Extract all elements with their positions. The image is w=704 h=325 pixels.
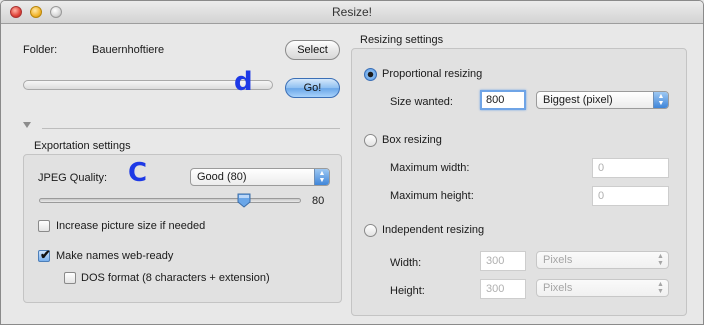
height-unit-popup[interactable]: Pixels ▲ ▼ <box>536 279 669 297</box>
separator <box>42 128 340 129</box>
annotation-d: d <box>234 67 253 97</box>
quality-slider-track[interactable] <box>39 198 301 203</box>
resizing-settings-group <box>351 48 687 316</box>
size-wanted-label: Size wanted: <box>390 96 453 108</box>
width-label: Width: <box>390 257 422 269</box>
jpeg-quality-popup[interactable]: Good (80) ▲ ▼ <box>190 168 330 186</box>
folder-value: Bauernhoftiere <box>92 44 165 56</box>
folder-label: Folder: <box>23 44 58 56</box>
box-resizing-radio[interactable] <box>364 134 377 147</box>
popup-arrows-icon: ▲ ▼ <box>657 281 664 295</box>
quality-value-label: 80 <box>312 195 325 207</box>
proportional-label: Proportional resizing <box>382 68 483 80</box>
web-ready-checkbox[interactable]: ✔ <box>38 247 51 262</box>
quality-slider-knob[interactable] <box>237 193 251 208</box>
popup-arrows-icon: ▲ ▼ <box>653 92 668 108</box>
select-button[interactable]: Select <box>285 40 340 60</box>
checkmark-icon: ✔ <box>40 247 51 262</box>
width-input[interactable]: 300 <box>480 251 526 271</box>
proportional-radio[interactable] <box>364 68 377 81</box>
resizing-settings-title: Resizing settings <box>360 34 444 46</box>
jpeg-quality-label: JPEG Quality: <box>38 172 108 184</box>
height-input[interactable]: 300 <box>480 279 526 299</box>
resize-window: Resize! Folder: Bauernhoftiere Select d … <box>0 0 704 325</box>
annotation-c: C <box>128 158 148 188</box>
dos-format-checkbox[interactable] <box>64 272 76 284</box>
title-bar[interactable]: Resize! <box>1 1 703 24</box>
go-button[interactable]: Go! <box>285 78 340 98</box>
dos-format-label: DOS format (8 characters + extension) <box>81 272 270 284</box>
size-mode-popup[interactable]: Biggest (pixel) ▲ ▼ <box>536 91 669 109</box>
size-wanted-input[interactable]: 800 <box>480 90 526 110</box>
popup-arrows-icon: ▲ ▼ <box>314 169 329 185</box>
max-height-input[interactable]: 0 <box>592 186 669 206</box>
max-width-input[interactable]: 0 <box>592 158 669 178</box>
width-unit-popup[interactable]: Pixels ▲ ▼ <box>536 251 669 269</box>
box-resizing-label: Box resizing <box>382 134 442 146</box>
independent-radio[interactable] <box>364 224 377 237</box>
max-height-label: Maximum height: <box>390 190 474 202</box>
disclosure-triangle-icon[interactable] <box>23 122 31 128</box>
jpeg-quality-value: Good (80) <box>197 171 247 183</box>
exportation-settings-title: Exportation settings <box>34 140 131 152</box>
height-label: Height: <box>390 285 425 297</box>
independent-label: Independent resizing <box>382 224 485 236</box>
popup-arrows-icon: ▲ ▼ <box>657 253 664 267</box>
increase-size-checkbox[interactable] <box>38 220 50 232</box>
max-width-label: Maximum width: <box>390 162 470 174</box>
window-title: Resize! <box>331 5 372 19</box>
increase-size-label: Increase picture size if needed <box>56 220 206 232</box>
size-mode-value: Biggest (pixel) <box>543 94 613 106</box>
height-unit-value: Pixels <box>543 282 573 294</box>
width-unit-value: Pixels <box>543 254 573 266</box>
web-ready-label: Make names web-ready <box>56 250 174 262</box>
